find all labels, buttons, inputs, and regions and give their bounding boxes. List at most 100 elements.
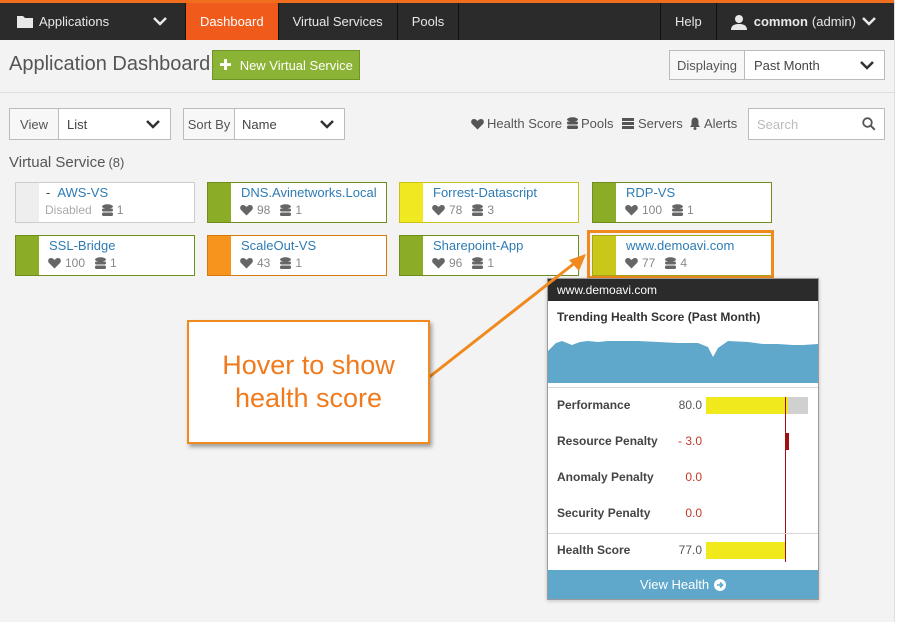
virtual-service-tile[interactable]: RDP-VS 100 1 — [592, 182, 772, 223]
tile-health-score: 100 — [65, 256, 86, 270]
tile-name[interactable]: Forrest-Datascript — [433, 185, 537, 200]
heart-icon — [471, 118, 484, 129]
performance-bar — [706, 397, 788, 414]
view-label: View — [9, 108, 59, 140]
applications-menu[interactable]: Applications — [0, 3, 186, 40]
time-range-select[interactable]: Past Month — [745, 50, 885, 80]
sort-by-select[interactable]: Name — [235, 108, 345, 140]
virtual-service-tile[interactable]: DNS.Avinetworks.Local 98 1 — [207, 182, 387, 223]
database-icon — [280, 256, 292, 269]
health-score-bar — [706, 542, 785, 559]
tile-name[interactable]: DNS.Avinetworks.Local — [241, 185, 377, 200]
tile-health-indicator — [208, 236, 231, 275]
new-virtual-service-button[interactable]: ✚ New Virtual Service — [212, 50, 360, 80]
virtual-service-tile[interactable]: ScaleOut-VS 43 1 — [207, 235, 387, 276]
heart-icon — [432, 205, 445, 216]
legend-servers[interactable]: Servers — [621, 116, 683, 131]
top-nav: Applications Dashboard Virtual Services … — [0, 0, 894, 40]
tile-stats: 78 3 — [432, 203, 494, 217]
search-input[interactable]: Search — [748, 108, 885, 140]
page-scrollbar[interactable] — [894, 0, 911, 622]
database-icon — [472, 203, 484, 216]
tile-stats: 100 1 — [625, 203, 694, 217]
legend-alerts-label: Alerts — [704, 116, 738, 131]
heart-icon — [240, 205, 253, 216]
tab-dashboard[interactable]: Dashboard — [186, 3, 279, 40]
tile-status: Disabled — [45, 203, 92, 217]
tile-name[interactable]: SSL-Bridge — [49, 238, 115, 253]
health-trend-chart — [548, 341, 818, 383]
tab-virtual-services-label: Virtual Services — [292, 14, 383, 29]
popup-divider — [548, 387, 818, 388]
virtual-service-tile[interactable]: - AWS-VS Disabled 1 — [15, 182, 195, 223]
view-health-button[interactable]: View Health — [548, 570, 818, 599]
view-select[interactable]: List — [59, 108, 171, 140]
tile-name-text: DNS.Avinetworks.Local — [241, 185, 377, 200]
user-role: (admin) — [811, 14, 856, 29]
sort-by-value: Name — [242, 116, 277, 132]
tile-stats: Disabled 1 — [45, 203, 123, 217]
resource-penalty-value: - 3.0 — [677, 434, 702, 448]
applications-label: Applications — [39, 14, 110, 29]
view-health-label: View Health — [639, 577, 710, 592]
legend-alerts[interactable]: Alerts — [689, 116, 737, 131]
tile-name-text: Forrest-Datascript — [433, 185, 538, 200]
page-title: Application Dashboard — [9, 53, 211, 75]
callout-text: Hover to show health score — [222, 350, 395, 413]
tile-prefix: - — [46, 185, 51, 200]
legend-servers-label: Servers — [638, 116, 683, 131]
tile-name[interactable]: Sharepoint-App — [433, 238, 523, 253]
legend-health-score-label: Health Score — [487, 116, 563, 131]
user-icon — [730, 14, 747, 30]
security-penalty-value: 0.0 — [685, 506, 702, 520]
tile-stats: 96 1 — [432, 256, 494, 270]
section-count: (8) — [108, 155, 125, 170]
virtual-service-tile[interactable]: SSL-Bridge 100 1 — [15, 235, 195, 276]
security-penalty-label: Security Penalty — [557, 506, 651, 520]
tile-name[interactable]: RDP-VS — [626, 185, 675, 200]
database-icon — [472, 256, 484, 269]
search-placeholder: Search — [757, 116, 799, 132]
tile-name-text: ScaleOut-VS — [241, 238, 317, 253]
legend-pools[interactable]: Pools — [567, 116, 614, 131]
tile-name[interactable]: ScaleOut-VS — [241, 238, 316, 253]
database-icon — [672, 203, 684, 216]
tile-health-indicator — [400, 183, 423, 222]
tile-name[interactable]: - AWS-VS — [46, 185, 108, 200]
tile-health-score: 100 — [642, 203, 663, 217]
plus-icon: ✚ — [219, 57, 232, 74]
tile-health-indicator — [16, 183, 39, 222]
tile-pool-count: 1 — [487, 256, 495, 270]
user-name: common — [753, 14, 808, 29]
tile-pool-count: 1 — [116, 203, 124, 217]
tile-stats: 98 1 — [240, 203, 302, 217]
health-score-value: 77.0 — [678, 543, 702, 557]
database-icon — [280, 203, 292, 216]
virtual-service-tile[interactable]: Sharepoint-App 96 1 — [399, 235, 579, 276]
time-range-value: Past Month — [754, 57, 820, 73]
displaying-label: Displaying — [669, 50, 745, 80]
legend-health-score[interactable]: Health Score — [471, 116, 562, 131]
tab-virtual-services[interactable]: Virtual Services — [279, 3, 398, 40]
database-icon — [567, 117, 578, 129]
popup-divider — [548, 533, 818, 534]
health-marker-line — [785, 397, 786, 562]
user-menu[interactable]: common (admin) — [715, 3, 894, 40]
new-virtual-service-label: New Virtual Service — [239, 57, 353, 73]
view-value: List — [67, 116, 88, 132]
tab-pools[interactable]: Pools — [398, 3, 460, 40]
chevron-down-icon — [320, 120, 334, 129]
virtual-service-tile[interactable]: Forrest-Datascript 78 3 — [399, 182, 579, 223]
folder-icon — [17, 16, 33, 28]
server-icon — [622, 118, 634, 129]
help-label: Help — [675, 14, 702, 29]
anomaly-penalty-label: Anomaly Penalty — [557, 470, 654, 484]
header-divider — [0, 92, 894, 93]
arrow-right-circle-icon — [714, 578, 727, 591]
popup-subtitle: Trending Health Score (Past Month) — [557, 310, 761, 324]
tile-stats: 100 1 — [48, 256, 117, 270]
database-icon — [95, 256, 107, 269]
search-icon — [862, 117, 876, 131]
help-menu[interactable]: Help — [660, 3, 716, 40]
performance-value: 80.0 — [678, 398, 702, 412]
